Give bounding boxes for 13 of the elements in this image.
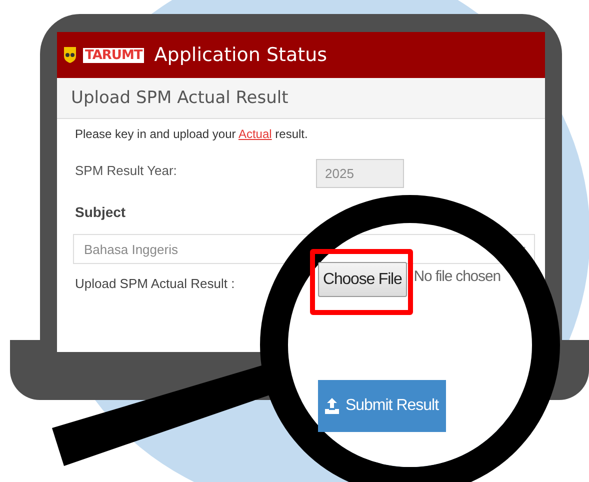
subject-label: Subject — [75, 204, 126, 220]
file-status-text: No file chosen — [414, 268, 500, 285]
year-label: SPM Result Year: — [75, 162, 178, 178]
upload-icon — [325, 398, 340, 414]
choose-file-button[interactable]: Choose File — [318, 262, 407, 297]
panel-heading: Upload SPM Actual Result — [57, 78, 545, 119]
upload-label: Upload SPM Actual Result : — [75, 276, 235, 291]
instruction-text: Please key in and upload your Actual result. — [75, 127, 309, 141]
logo-text: TARUMT — [83, 48, 144, 62]
crest-icon — [63, 46, 77, 64]
page-title: Application Status — [154, 44, 328, 66]
actual-link[interactable]: Actual — [238, 127, 272, 141]
submit-button[interactable]: Submit Result — [318, 380, 446, 432]
